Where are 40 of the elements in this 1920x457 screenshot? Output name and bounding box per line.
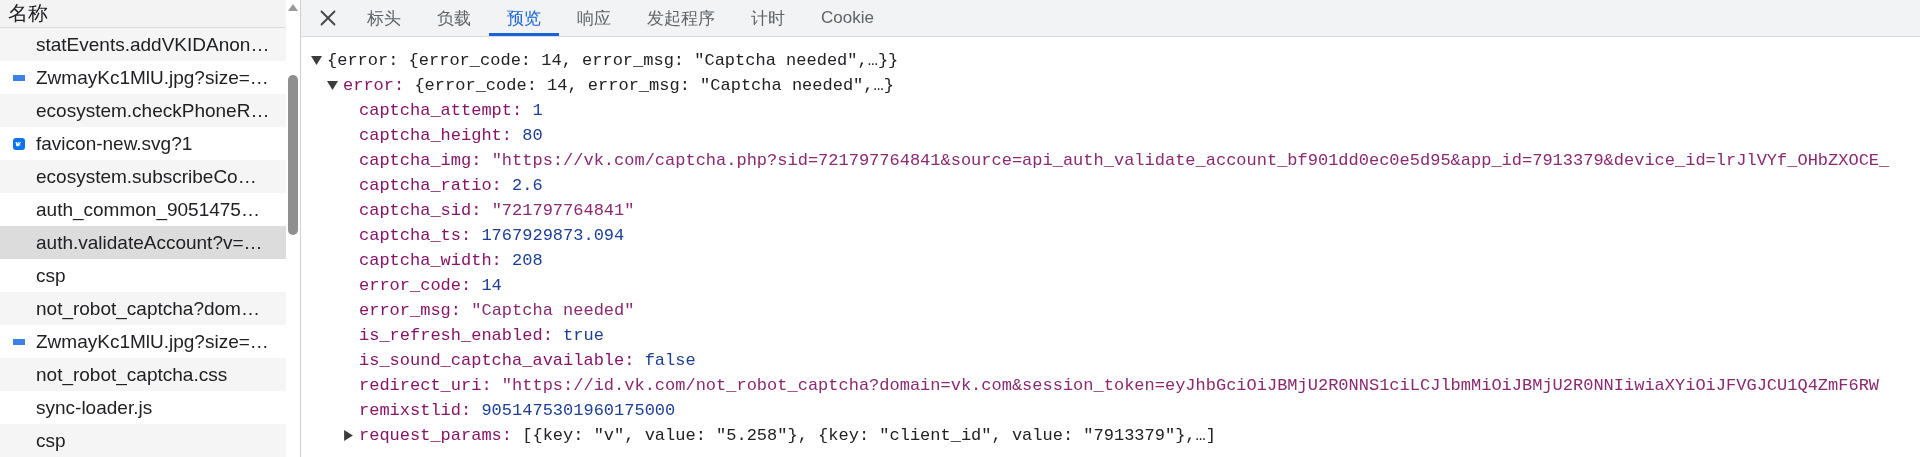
- json-property: redirect_uri: "https://id.vk.com/not_robot_captcha?domain=vk.com&session_token=eyJhbGciOiJBMjU2R0NNS1ciLCJlbmMiOiJBMjU2R0NNIiwiaXYiOiJFVGJCU1Q4ZmF6RW: [359, 376, 1880, 395]
- json-property: captcha_img: "https://vk.com/captcha.php?sid=721797764841&source=api_auth_validate_account_bf901dd0ec0e5d95&app_id=7913379&device_id=lrJlVYf_OHbZXOCE_: [359, 151, 1890, 170]
- request-row[interactable]: auth.validateAccount?v=…: [0, 226, 286, 259]
- tab[interactable]: 标头: [349, 0, 419, 36]
- json-property: captcha_sid: "721797764841": [359, 201, 635, 220]
- json-property: captcha_ts: 1767929873.094: [359, 226, 625, 245]
- request-row[interactable]: not_robot_captcha?dom…: [0, 292, 286, 325]
- scrollbar-thumb[interactable]: [288, 75, 298, 235]
- tab[interactable]: 预览: [489, 0, 559, 36]
- tab[interactable]: Cookie: [803, 0, 892, 36]
- column-header[interactable]: 名称: [8, 0, 48, 27]
- tab[interactable]: 发起程序: [629, 0, 733, 36]
- json-property[interactable]: {error: {error_code: 14, error_msg: "Captcha needed",…}}: [327, 51, 899, 70]
- json-property: remixstlid: 9051475301960175000: [359, 401, 676, 420]
- logo-icon: [13, 137, 25, 150]
- request-row[interactable]: ecosystem.subscribeCo…: [0, 160, 286, 193]
- request-row[interactable]: statEvents.addVKIDAnon…: [0, 28, 286, 61]
- image-file-icon: [13, 74, 25, 81]
- json-property: captcha_attempt: 1: [359, 101, 543, 120]
- json-property: error_code: 14: [359, 276, 502, 295]
- expanded-triangle-icon[interactable]: [327, 80, 338, 91]
- tab[interactable]: 负载: [419, 0, 489, 36]
- tab[interactable]: 响应: [559, 0, 629, 36]
- close-icon: [319, 9, 337, 27]
- collapsed-triangle-icon[interactable]: [343, 430, 354, 441]
- json-property: is_refresh_enabled: true: [359, 326, 604, 345]
- json-property: is_sound_captcha_available: false: [359, 351, 696, 370]
- json-property[interactable]: error: {error_code: 14, error_msg: "Captcha needed",…}: [343, 76, 894, 95]
- json-property: captcha_ratio: 2.6: [359, 176, 543, 195]
- request-row[interactable]: csp: [0, 424, 286, 457]
- expanded-triangle-icon[interactable]: [311, 55, 322, 66]
- scroll-up-icon[interactable]: [288, 4, 298, 11]
- image-file-icon: [13, 338, 25, 345]
- json-property[interactable]: request_params: [{key: "v", value: "5.258"}, {key: "client_id", value: "7913379"},…]: [359, 426, 1216, 445]
- json-property: captcha_height: 80: [359, 126, 543, 145]
- tab[interactable]: 计时: [733, 0, 803, 36]
- json-property: error_msg: "Captcha needed": [359, 301, 635, 320]
- json-property: captcha_width: 208: [359, 251, 543, 270]
- request-row[interactable]: not_robot_captcha.css: [0, 358, 286, 391]
- request-row[interactable]: ecosystem.checkPhoneR…: [0, 94, 286, 127]
